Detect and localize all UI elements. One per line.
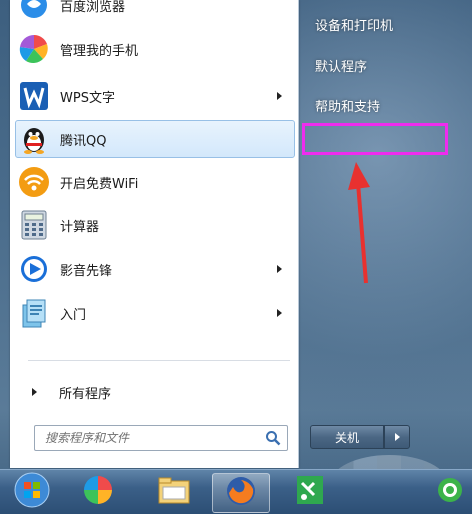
getting-started-icon	[18, 297, 50, 329]
program-getting-started[interactable]: 入门	[16, 294, 292, 332]
baidu-browser-icon	[18, 0, 50, 21]
program-free-wifi[interactable]: 开启免费WiFi	[16, 163, 292, 201]
submenu-arrow-icon	[277, 265, 282, 273]
browser-icon	[437, 477, 463, 507]
highlight-annotation-box	[302, 123, 448, 155]
program-wps-writer[interactable]: WPS文字	[16, 77, 292, 115]
all-programs-label: 所有程序	[59, 386, 112, 402]
search-input[interactable]	[43, 430, 262, 446]
program-baidu-browser[interactable]: 百度浏览器	[16, 0, 292, 24]
search-box[interactable]	[34, 425, 288, 451]
start-orb-icon	[14, 472, 50, 512]
wps-writer-icon	[18, 80, 50, 112]
all-programs-button[interactable]: 所有程序	[28, 378, 288, 406]
program-label: 影音先锋	[60, 263, 113, 279]
pinwheel-app-icon	[82, 474, 114, 510]
program-label: 管理我的手机	[60, 43, 139, 59]
devices-printers-link[interactable]: 设备和打印机	[315, 15, 393, 34]
start-button[interactable]	[4, 472, 60, 512]
shutdown-options-button[interactable]	[384, 425, 410, 449]
help-support-link[interactable]: 帮助和支持	[315, 96, 380, 115]
program-tencent-qq[interactable]: 腾讯QQ	[15, 120, 295, 158]
program-label: 腾讯QQ	[60, 133, 107, 149]
taskbar-file-explorer[interactable]	[146, 473, 202, 511]
program-label: 百度浏览器	[60, 0, 126, 15]
taskbar-pinwheel-app[interactable]	[70, 473, 126, 511]
shutdown-label: 关机	[334, 430, 359, 445]
shutdown-button[interactable]: 关机	[310, 425, 384, 449]
phone-manager-icon	[18, 33, 50, 65]
expand-arrow-icon	[32, 388, 37, 396]
wifi-icon	[18, 166, 50, 198]
submenu-arrow-icon	[277, 309, 282, 317]
firefox-icon	[225, 475, 257, 511]
program-media-player[interactable]: 影音先锋	[16, 250, 292, 288]
default-programs-link[interactable]: 默认程序	[315, 56, 367, 75]
calculator-icon	[18, 209, 50, 241]
media-player-icon	[18, 253, 50, 285]
start-menu-programs-panel: 百度浏览器 管理我的手机 WPS文字 腾讯QQ 开启免费WiFi 计算器 影音先…	[10, 0, 299, 468]
taskbar-green-app[interactable]	[282, 473, 338, 511]
chevron-right-icon	[394, 433, 400, 441]
program-label: 入门	[60, 307, 87, 323]
taskbar-firefox[interactable]	[212, 473, 270, 513]
submenu-arrow-icon	[277, 92, 282, 100]
menu-separator	[28, 360, 290, 361]
file-explorer-icon	[157, 475, 191, 509]
program-label: WPS文字	[60, 90, 115, 106]
program-phone-manager[interactable]: 管理我的手机	[16, 30, 292, 68]
green-app-icon	[296, 475, 324, 509]
red-arrow-annotation	[348, 162, 370, 284]
program-calculator[interactable]: 计算器	[16, 206, 292, 244]
taskbar	[0, 469, 472, 514]
qq-penguin-icon	[18, 123, 50, 155]
program-label: 计算器	[60, 219, 100, 235]
taskbar-browser[interactable]	[430, 473, 470, 511]
search-icon[interactable]	[265, 430, 281, 446]
program-label: 开启免费WiFi	[60, 176, 139, 192]
